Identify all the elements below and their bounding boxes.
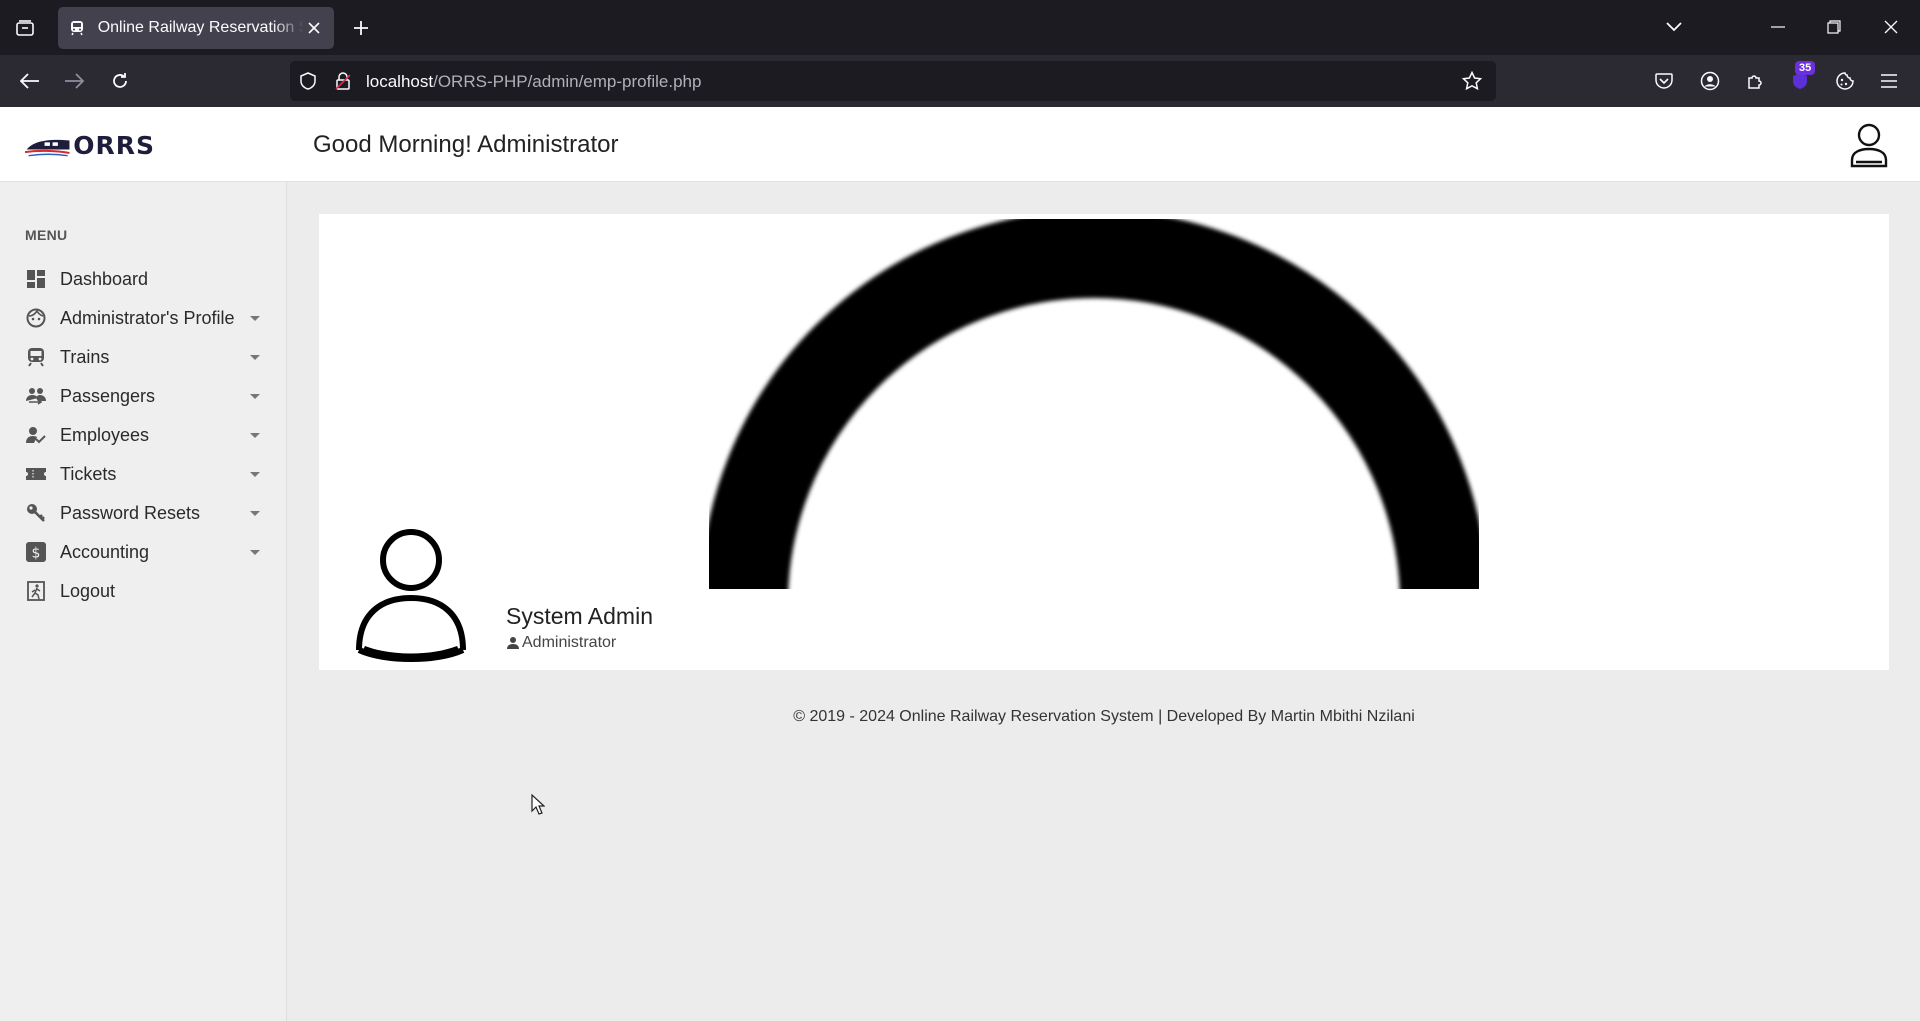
- forward-arrow-icon[interactable]: [58, 65, 90, 97]
- tab-title: Online Railway Reservation System: [97, 19, 305, 36]
- sidebar-item-password-resets[interactable]: Password Resets: [0, 491, 287, 535]
- sidebar: MENU Dashboard Administrator's Profile T…: [0, 182, 287, 1021]
- profile-avatar-icon: [355, 528, 467, 664]
- logout-icon: [25, 580, 47, 602]
- sidebar-item-label: Password Resets: [60, 502, 201, 523]
- hamburger-menu-icon[interactable]: [1873, 65, 1905, 97]
- logo-text: ORRS: [73, 130, 155, 160]
- sidebar-item-label: Passengers: [60, 385, 156, 406]
- app-header: ORRS Good Morning! Administrator: [0, 107, 1920, 182]
- sidebar-item-administrators-profile[interactable]: Administrator's Profile: [0, 296, 287, 340]
- extensions-puzzle-icon[interactable]: [1739, 65, 1771, 97]
- url-path: /ORRS-PHP/admin/emp-profile.php: [433, 72, 702, 91]
- sidebar-item-tickets[interactable]: Tickets: [0, 452, 287, 496]
- cookie-icon[interactable]: [1829, 65, 1861, 97]
- shield-icon[interactable]: [298, 71, 318, 91]
- menu-label: MENU: [25, 227, 68, 243]
- insecure-lock-icon[interactable]: [333, 71, 353, 91]
- chevron-down-icon: [250, 472, 260, 477]
- key-icon: [25, 502, 47, 524]
- chevron-down-icon: [250, 355, 260, 360]
- sidebar-item-label: Accounting: [60, 541, 150, 562]
- sidebar-item-trains[interactable]: Trains: [0, 335, 287, 379]
- employee-check-icon: [25, 424, 47, 446]
- sidebar-item-accounting[interactable]: $ Accounting: [0, 530, 287, 574]
- user-icon: [506, 636, 520, 650]
- sidebar-item-passengers[interactable]: Passengers: [0, 374, 287, 418]
- sidebar-item-label: Administrator's Profile: [60, 307, 235, 328]
- orrs-logo[interactable]: ORRS: [25, 129, 155, 161]
- new-tab-icon[interactable]: [346, 14, 376, 42]
- people-icon: [25, 385, 47, 407]
- extension-badge: 35: [1795, 61, 1816, 75]
- account-icon[interactable]: [1694, 65, 1726, 97]
- bookmark-star-icon[interactable]: [1462, 71, 1482, 91]
- tab-list-icon[interactable]: [10, 14, 40, 42]
- sidebar-item-label: Tickets: [60, 463, 117, 484]
- back-arrow-icon[interactable]: [14, 65, 46, 97]
- reload-icon[interactable]: [104, 65, 136, 97]
- url-bar[interactable]: localhost/ORRS-PHP/admin/emp-profile.php: [290, 61, 1496, 101]
- profile-name: System Admin: [506, 603, 653, 629]
- close-tab-icon[interactable]: [304, 18, 324, 38]
- sidebar-item-logout[interactable]: Logout: [0, 569, 287, 613]
- user-account-icon[interactable]: [1848, 122, 1890, 168]
- browser-nav-bar: localhost/ORRS-PHP/admin/emp-profile.php: [0, 55, 1920, 107]
- page-footer: © 2019 - 2024 Online Railway Reservation…: [793, 708, 1415, 725]
- minimize-icon[interactable]: [1760, 12, 1796, 42]
- chevron-down-icon: [250, 550, 260, 555]
- profile-card: System Admin Administrator: [319, 214, 1889, 670]
- url-text[interactable]: localhost/ORRS-PHP/admin/emp-profile.php: [366, 72, 701, 92]
- profile-role: Administrator: [506, 634, 616, 652]
- dashboard-icon: [25, 268, 47, 290]
- chevron-down-icon: [250, 511, 260, 516]
- sidebar-item-label: Logout: [60, 580, 116, 601]
- chevron-down-icon: [250, 433, 260, 438]
- train-favicon-icon: [68, 19, 86, 37]
- url-host: localhost: [366, 72, 434, 91]
- sidebar-item-dashboard[interactable]: Dashboard: [0, 257, 287, 301]
- mouse-cursor-icon: [531, 794, 545, 815]
- sidebar-item-employees[interactable]: Employees: [0, 413, 287, 457]
- train-icon: [25, 346, 47, 368]
- svg-text:$: $: [32, 546, 41, 562]
- profile-role-text: Administrator: [522, 634, 617, 651]
- restore-icon[interactable]: [1816, 12, 1852, 42]
- sidebar-item-label: Dashboard: [60, 268, 149, 289]
- browser-tab-bar: Online Railway Reservation System: [0, 0, 1920, 55]
- chevron-down-icon: [250, 316, 260, 321]
- dollar-icon: $: [25, 541, 47, 563]
- sidebar-item-label: Employees: [60, 424, 150, 445]
- train-logo-icon: [25, 139, 70, 157]
- cover-image: [709, 214, 1479, 589]
- browser-tab-active[interactable]: Online Railway Reservation System: [58, 7, 334, 49]
- close-window-icon[interactable]: [1873, 12, 1909, 42]
- face-icon: [25, 307, 47, 329]
- sidebar-item-label: Trains: [60, 346, 110, 367]
- greeting-text: Good Morning! Administrator: [313, 131, 619, 158]
- chevron-down-icon: [250, 394, 260, 399]
- pocket-icon[interactable]: [1648, 65, 1680, 97]
- ticket-icon: [25, 463, 47, 485]
- tab-overflow-chevron-icon[interactable]: [1656, 12, 1692, 42]
